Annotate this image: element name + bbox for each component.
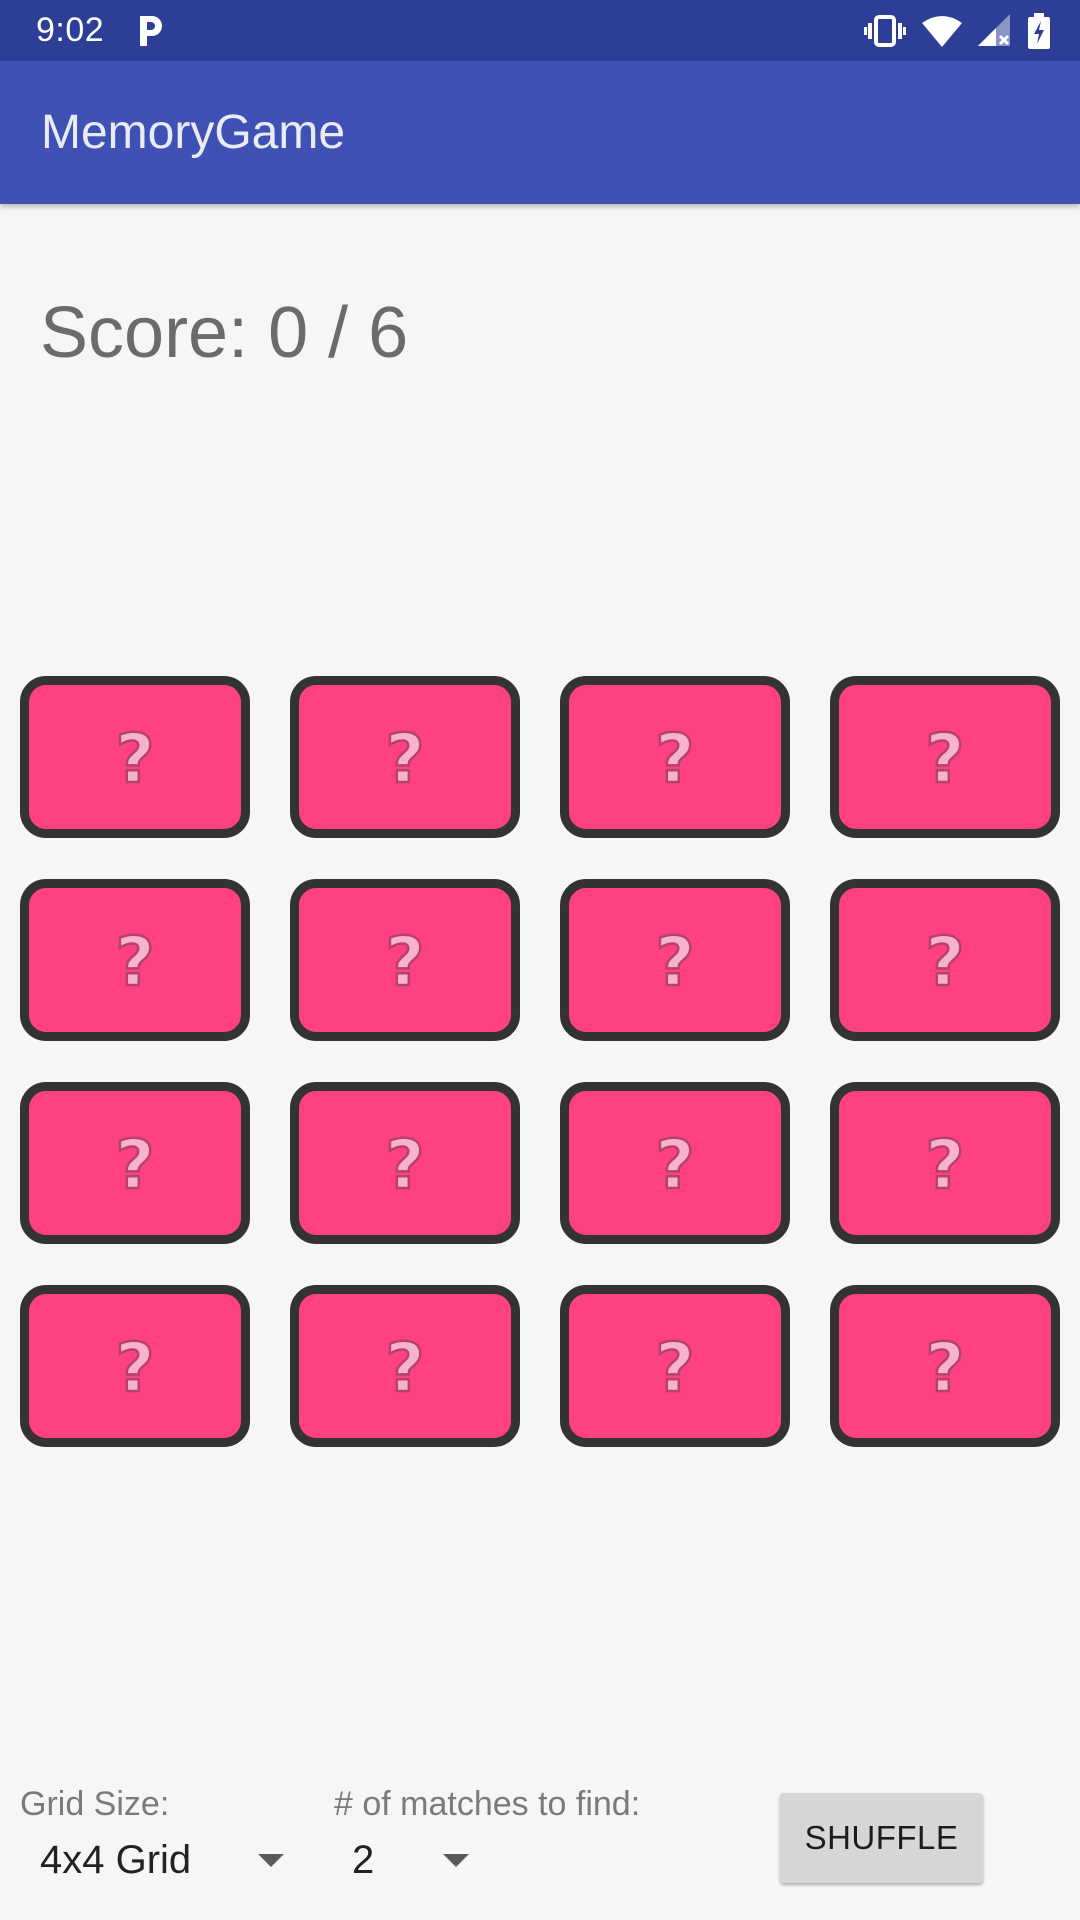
card-grid: ???????????????? [20,676,1060,1447]
cell-signal-icon [978,14,1012,48]
vibrate-icon [864,15,906,47]
status-time: 9:02 [36,11,105,49]
question-mark-icon: ? [384,925,426,995]
app-bar: MemoryGame [0,61,1080,204]
memory-card[interactable]: ? [830,676,1060,838]
svg-text:?: ? [115,722,154,792]
question-mark-icon: ? [654,1331,696,1401]
wifi-icon [922,15,962,47]
svg-text:?: ? [655,722,694,792]
memory-card[interactable]: ? [560,1082,790,1244]
question-mark-icon: ? [654,925,696,995]
status-icons [864,13,1050,49]
svg-text:?: ? [115,925,154,995]
memory-card[interactable]: ? [560,1285,790,1447]
svg-text:?: ? [925,1331,964,1401]
matches-value: 2 [352,1837,375,1882]
question-mark-icon: ? [924,1331,966,1401]
question-mark-icon: ? [654,722,696,792]
score-text: Score: 0 / 6 [40,293,409,373]
question-mark-icon: ? [114,722,156,792]
memory-card[interactable]: ? [290,1082,520,1244]
svg-text:?: ? [925,1128,964,1198]
shuffle-button[interactable]: SHUFFLE [780,1793,983,1883]
memory-card[interactable]: ? [20,879,250,1041]
memory-card[interactable]: ? [20,676,250,838]
svg-text:?: ? [385,722,424,792]
svg-text:?: ? [115,1128,154,1198]
svg-text:?: ? [115,1331,154,1401]
question-mark-icon: ? [654,1128,696,1198]
grid-size-label: Grid Size: [20,1785,170,1823]
parking-icon [136,14,166,48]
matches-spinner[interactable]: 2 [352,1832,482,1888]
svg-text:?: ? [655,1128,694,1198]
memory-card[interactable]: ? [290,676,520,838]
app-title: MemoryGame [41,106,346,159]
memory-card[interactable]: ? [560,676,790,838]
grid-size-spinner[interactable]: 4x4 Grid [40,1832,290,1888]
memory-card[interactable]: ? [290,879,520,1041]
question-mark-icon: ? [384,1331,426,1401]
matches-label: # of matches to find: [334,1785,641,1823]
svg-text:?: ? [655,925,694,995]
dropdown-caret-icon [258,1854,284,1867]
question-mark-icon: ? [114,925,156,995]
question-mark-icon: ? [384,722,426,792]
status-bar: 9:02 [0,0,1080,61]
question-mark-icon: ? [114,1128,156,1198]
memory-card[interactable]: ? [20,1082,250,1244]
memory-card[interactable]: ? [830,879,1060,1041]
svg-text:?: ? [655,1331,694,1401]
memory-card[interactable]: ? [20,1285,250,1447]
question-mark-icon: ? [924,722,966,792]
memory-card[interactable]: ? [830,1285,1060,1447]
memory-card[interactable]: ? [290,1285,520,1447]
question-mark-icon: ? [924,925,966,995]
svg-text:?: ? [385,1331,424,1401]
memory-card[interactable]: ? [560,879,790,1041]
dropdown-caret-icon [443,1854,469,1867]
svg-text:?: ? [925,925,964,995]
memory-card[interactable]: ? [830,1082,1060,1244]
grid-size-value: 4x4 Grid [40,1837,192,1882]
svg-text:?: ? [385,1128,424,1198]
question-mark-icon: ? [924,1128,966,1198]
svg-text:?: ? [925,722,964,792]
svg-text:?: ? [385,925,424,995]
question-mark-icon: ? [114,1331,156,1401]
question-mark-icon: ? [384,1128,426,1198]
battery-charging-icon [1028,13,1050,49]
